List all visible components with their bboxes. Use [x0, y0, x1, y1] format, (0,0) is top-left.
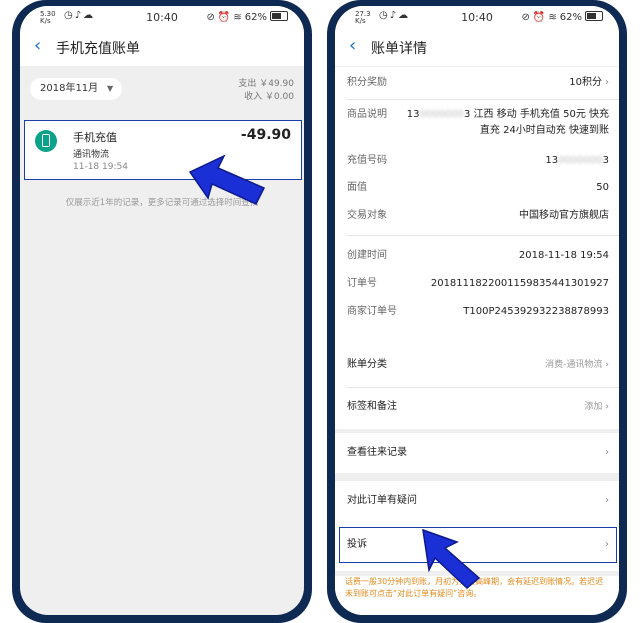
bill-category-row[interactable]: 账单分类 消费-通讯物流 ›: [347, 357, 609, 373]
status-right: ⊘ ⏰ ≋ 62%: [519, 11, 603, 23]
alarm-icon: ⏰: [532, 12, 546, 23]
status-bar: 27.3 K/s ◷♪☁ 10:40 ⊘ ⏰ ≋ 62%: [335, 6, 619, 28]
divider: [347, 387, 619, 388]
left-phone-frame: 5.30 K/s ◷♪☁ 10:40 ⊘ ⏰ ≋ 62% ‹ 手机充值账单 2018年…: [12, 0, 312, 623]
merchant-order-row: 商家订单号 T100P245392932238878993: [347, 304, 609, 320]
bill-category-value: 消费-通讯物流 ›: [545, 360, 609, 370]
bill-time: 11-18 19:54: [73, 162, 128, 172]
nav-bar: ‹ 账单详情: [335, 28, 619, 66]
status-right: ⊘ ⏰ ≋ 62%: [204, 11, 288, 23]
divider: [347, 99, 619, 100]
created-time-row: 创建时间 2018-11-18 19:54: [347, 248, 609, 264]
description-label: 商品说明: [347, 109, 387, 120]
order-number-label: 订单号: [347, 278, 377, 289]
bill-category: 通讯物流: [73, 150, 110, 160]
chevron-down-icon: ▼: [107, 84, 114, 93]
masked-number: 0000000: [419, 109, 465, 120]
bill-amount: -49.90: [240, 127, 291, 143]
arrow-shape: [188, 154, 266, 205]
nav-bar: ‹ 手机充值账单: [20, 28, 304, 66]
history-label: 查看往来记录: [347, 447, 407, 458]
status-bar: 5.30 K/s ◷♪☁ 10:40 ⊘ ⏰ ≋ 62%: [20, 6, 304, 28]
alarm-icon: ⏰: [217, 12, 231, 23]
battery-level: 62%: [559, 12, 582, 23]
complaint-label: 投诉: [347, 539, 367, 550]
mute-icon: ⊘: [521, 12, 530, 23]
phone-topup-icon: [35, 130, 57, 152]
merchant-order-label: 商家订单号: [347, 306, 397, 317]
chevron-right-icon: ›: [605, 539, 609, 550]
mute-icon: ⊘: [206, 12, 215, 23]
chevron-right-icon: ›: [605, 447, 609, 458]
battery-icon: [585, 11, 603, 21]
month-label: 2018年11月: [40, 83, 99, 94]
battery-level: 62%: [244, 12, 267, 23]
history-row[interactable]: 查看往来记录 ›: [347, 445, 609, 461]
bill-category-label: 账单分类: [347, 359, 387, 370]
category-group: 账单分类 消费-通讯物流 › 标签和备注 添加 ›: [335, 347, 619, 429]
history-group: 查看往来记录 ›: [335, 433, 619, 473]
arrow-shape: [422, 528, 481, 590]
pointer-arrow: [188, 154, 266, 205]
phone-number-row: 充值号码 1300000003: [347, 153, 609, 169]
question-label: 对此订单有疑问: [347, 495, 417, 506]
chevron-right-icon: ›: [605, 402, 609, 412]
tags-row[interactable]: 标签和备注 添加 ›: [347, 399, 609, 415]
totals: 支出 ￥49.90 收入 ￥0.00: [238, 78, 294, 104]
bill-name: 手机充值: [73, 131, 117, 144]
counterparty-label: 交易对象: [347, 210, 387, 221]
created-time-label: 创建时间: [347, 250, 387, 261]
month-summary: 2018年11月 ▼ 支出 ￥49.90 收入 ￥0.00: [20, 66, 304, 116]
pointer-arrow: [422, 528, 481, 590]
back-chevron-icon[interactable]: ‹: [349, 36, 356, 56]
points-value: 10积分 ›: [569, 77, 609, 88]
detail-group: 积分奖励 10积分 › 商品说明 1300000003 江西 移动 手机充值 50…: [335, 67, 619, 347]
masked-number: 0000000: [558, 155, 603, 166]
description-value: 1300000003 江西 移动 手机充值 50元 快充直充 24小时自动充 快…: [406, 109, 609, 136]
face-value: 50: [596, 182, 609, 193]
page-title: 账单详情: [371, 41, 427, 57]
chevron-right-icon: ›: [605, 495, 609, 506]
chevron-right-icon: ›: [605, 360, 609, 370]
chevron-right-icon: ›: [605, 77, 609, 88]
page-title: 手机充值账单: [56, 41, 140, 57]
battery-icon: [270, 11, 288, 21]
right-phone-frame: 27.3 K/s ◷♪☁ 10:40 ⊘ ⏰ ≋ 62% ‹ 账单详情 积分奖励 10…: [327, 0, 627, 623]
order-number-value: 20181118220011598354413019​27: [430, 278, 609, 289]
points-label: 积分奖励: [347, 77, 387, 88]
merchant-order-value: T100P245392932238878993: [463, 306, 609, 317]
left-screen: 5.30 K/s ◷♪☁ 10:40 ⊘ ⏰ ≋ 62% ‹ 手机充值账单 2018年…: [20, 6, 304, 615]
order-number-row: 订单号 20181118220011598354413019​27: [347, 276, 609, 292]
counterparty-row: 交易对象 中国移动官方旗舰店: [347, 208, 609, 224]
tags-value: 添加 ›: [584, 402, 609, 412]
divider: [347, 235, 619, 236]
created-time-value: 2018-11-18 19:54: [518, 250, 609, 261]
face-value-label: 面值: [347, 182, 367, 193]
phone-number-value: 1300000003: [545, 155, 609, 166]
face-value-row: 面值 50: [347, 180, 609, 196]
tags-label: 标签和备注: [347, 401, 397, 412]
description-row: 商品说明 1300000003 江西 移动 手机充值 50元 快充直充 24小时…: [347, 107, 609, 141]
month-selector[interactable]: 2018年11月 ▼: [30, 78, 123, 100]
income-total: 收入 ￥0.00: [244, 92, 294, 102]
wifi-icon: ≋: [548, 12, 557, 23]
phone-number-label: 充值号码: [347, 155, 387, 166]
back-chevron-icon[interactable]: ‹: [34, 36, 41, 56]
points-row[interactable]: 积分奖励 10积分 ›: [347, 75, 609, 91]
question-row[interactable]: 对此订单有疑问 ›: [347, 493, 609, 509]
expense-total: 支出 ￥49.90: [238, 79, 294, 89]
wifi-icon: ≋: [233, 12, 242, 23]
right-screen: 27.3 K/s ◷♪☁ 10:40 ⊘ ⏰ ≋ 62% ‹ 账单详情 积分奖励 10…: [335, 6, 619, 615]
counterparty-value: 中国移动官方旗舰店: [519, 210, 609, 221]
